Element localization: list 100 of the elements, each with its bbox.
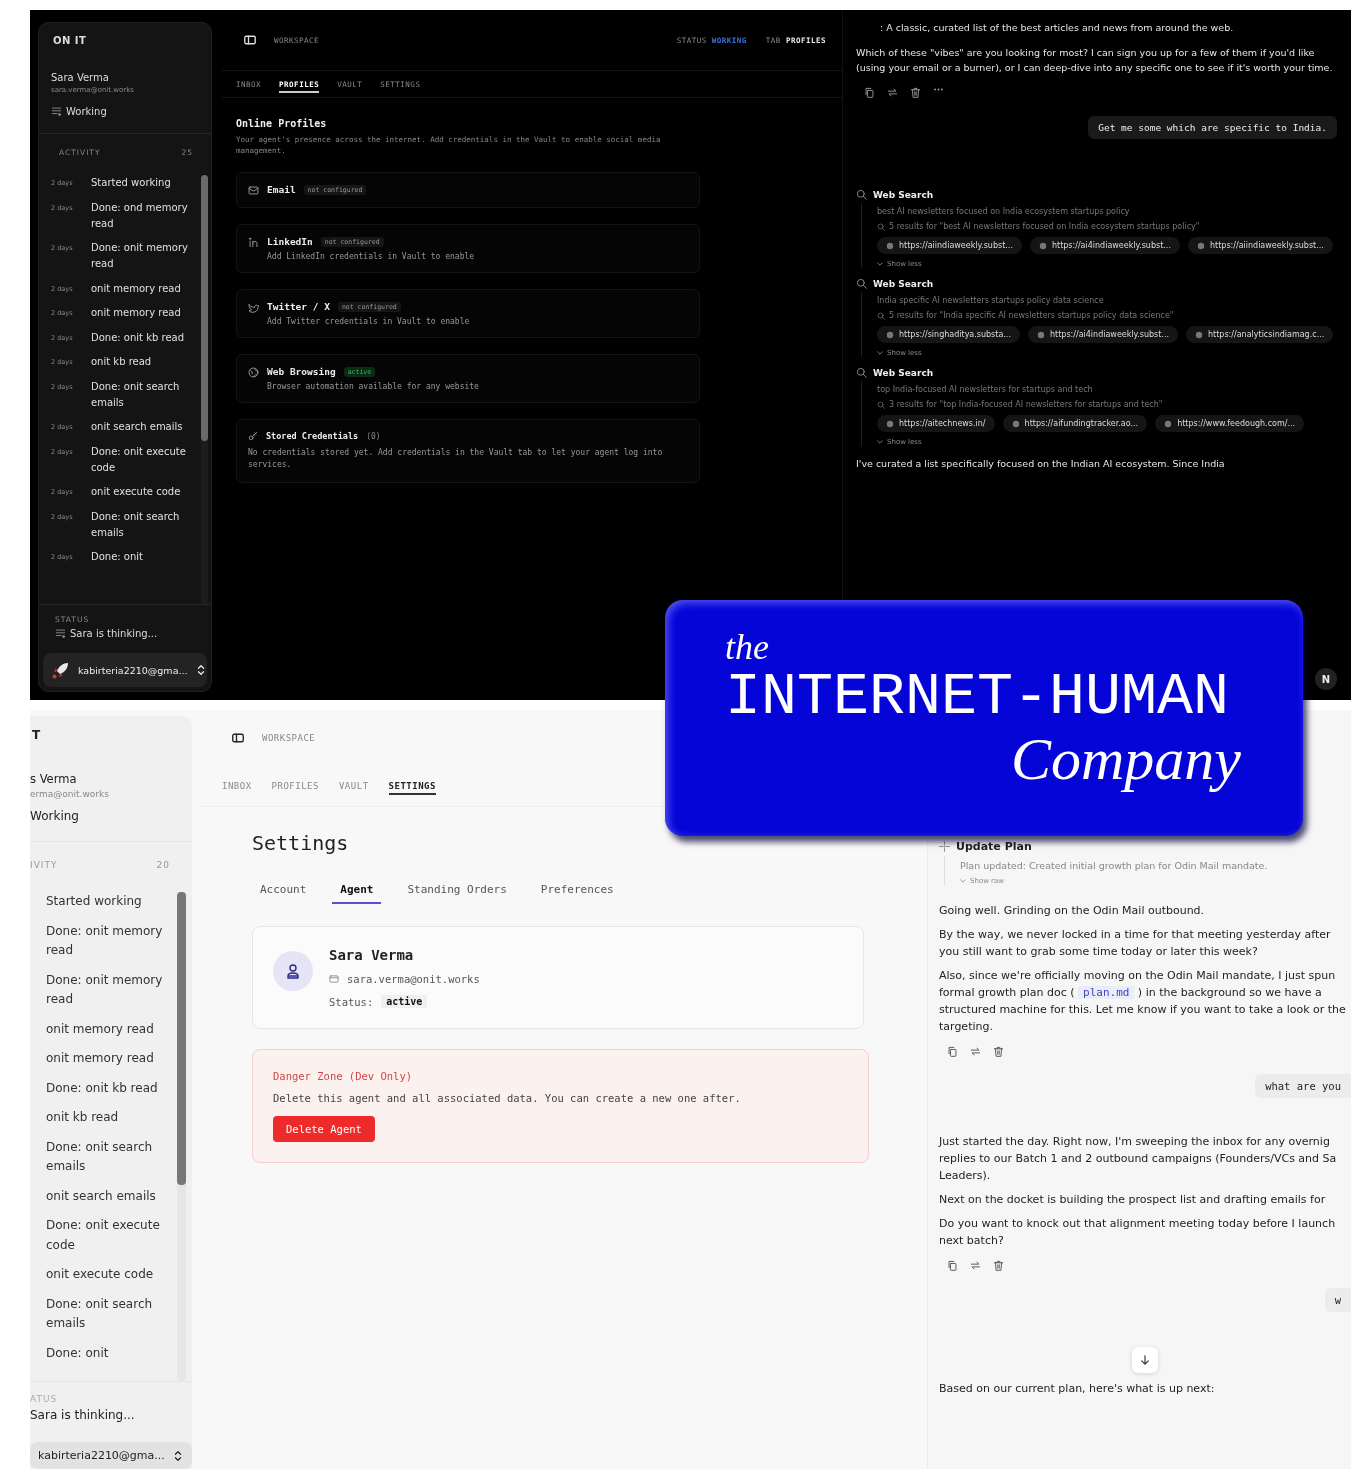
user-status: Working	[66, 106, 107, 117]
activity-text: onit memory read	[91, 306, 181, 320]
section-title: IVITY	[30, 860, 58, 870]
retry-icon[interactable]	[970, 1046, 981, 1057]
account-switcher[interactable]: kabirteria2210@gma...	[30, 1442, 192, 1469]
message-text: Just started the day. Right now, I'm sweeping the inbox for any overnig replies to our Batch 1 and 2 outbound campaigns (Founders/VCs and Sa Leaders).	[939, 1134, 1338, 1184]
key-icon	[248, 431, 258, 441]
activity-text: Done: onit memory read	[46, 922, 164, 959]
activity-count: 20	[156, 860, 170, 870]
activity-text: onit execute code	[46, 1266, 154, 1283]
activity-text: Done: onit memory read	[46, 971, 164, 1008]
brand-name: ON IT	[52, 34, 88, 46]
search-icon	[877, 222, 885, 231]
favicon-icon	[1164, 419, 1173, 428]
status-text: Sara is thinking...	[30, 1408, 135, 1422]
trash-icon[interactable]	[910, 87, 921, 98]
section-tab[interactable]: Standing Orders	[399, 877, 515, 904]
link-chip[interactable]: https://analyticsindiamag.c...	[1186, 326, 1334, 343]
link-chip[interactable]: https://aitechnews.in/	[877, 415, 995, 432]
activity-text: Done: ond memory read	[91, 200, 189, 231]
profile-note: Add Twitter credentials in Vault to enable	[267, 317, 470, 326]
link-chip[interactable]: https://aiindiaweekly.subst...	[877, 237, 1022, 254]
logo-text: Company	[1011, 728, 1241, 790]
status-text: Sara is thinking...	[70, 628, 158, 639]
logo-text: INTERNET-HUMAN	[725, 666, 1230, 728]
activity-text: onit search emails	[91, 420, 183, 434]
scrollbar-thumb[interactable]	[177, 892, 186, 1186]
user-email: erma@onit.works	[30, 789, 110, 799]
profile-name: Twitter / X	[267, 301, 330, 312]
message-text: Do you want to knock out that alignment meeting today before I launch next batch?	[939, 1216, 1337, 1249]
arrow-down-icon	[1140, 1355, 1150, 1365]
scrollbar-thumb[interactable]	[201, 175, 208, 441]
nav-tab[interactable]: PROFILES	[271, 777, 319, 795]
chevron-updown-icon	[172, 1449, 184, 1462]
tool-title: Web Search	[873, 189, 934, 200]
link-chip[interactable]: https://www.feedough.com/...	[1155, 415, 1305, 432]
activity-text: onit kb read	[46, 1109, 119, 1126]
retry-icon[interactable]	[887, 87, 898, 98]
message-text: Based on our current plan, here's what is up next:	[939, 1381, 1216, 1397]
sidebar-toggle-icon[interactable]	[232, 733, 244, 743]
linked-profile-icon	[248, 237, 259, 248]
activity-text: Done: onit search emails	[91, 509, 181, 540]
profile-note: Browser automation available for any website	[267, 382, 479, 391]
favicon-icon	[1036, 330, 1045, 339]
activity-text: onit kb read	[91, 355, 152, 369]
activity-text: Done: onit execute code	[91, 444, 187, 475]
nav-tab[interactable]: VAULT	[338, 777, 369, 795]
tool-title: Web Search	[873, 367, 934, 378]
favicon-icon	[886, 241, 894, 250]
activity-text: Done: onit search emails	[46, 1295, 154, 1332]
search-icon	[877, 311, 885, 320]
globe-icon	[248, 367, 259, 378]
message-text: Which of these "vibes" are you looking for most? I can sign you up for a few of them if you'd like (using your email or a burner), or I can deep-dive into any specific one to see if it's worth your time.	[856, 46, 1334, 75]
favicon-icon	[1195, 330, 1203, 339]
section-tab[interactable]: Agent	[332, 877, 382, 904]
copy-icon[interactable]	[947, 1046, 958, 1057]
user-message: what are you	[1255, 1074, 1351, 1098]
more-icon[interactable]	[933, 87, 944, 92]
message-text: Next on the docket is building the prospect list and drafting emails for	[939, 1192, 1327, 1208]
chevron-icon	[877, 351, 883, 355]
search-icon	[856, 189, 867, 200]
favicon-icon	[1196, 241, 1205, 250]
danger-zone-title: Danger Zone (Dev Only)	[273, 1070, 414, 1082]
link-chip[interactable]: https://ai4indiaweekly.subst...	[1029, 237, 1180, 254]
activity-text: onit memory read	[46, 1020, 154, 1038]
user-status: Working	[30, 809, 79, 823]
activity-text: Done: onit execute code	[46, 1217, 161, 1254]
profile-note: Add LinkedIn credentials in Vault to enable	[267, 252, 475, 261]
retry-icon[interactable]	[970, 1260, 981, 1271]
activity-text: Done: onit memory read	[91, 241, 189, 271]
trash-icon[interactable]	[993, 1260, 1004, 1271]
search-icon	[856, 367, 867, 378]
message-text: Also, since we're officially moving on the Odin Mail mandate, I just spun formal growth plan doc ( plan.md ) in the background so we have a structured machine for this. Let me know if you want to take a look or the targeting.	[939, 968, 1347, 1035]
link-chip[interactable]: https://singhaditya.substa...	[877, 326, 1020, 343]
bird-icon	[248, 302, 259, 313]
tool-title: Update Plan	[956, 840, 1032, 853]
link-chip[interactable]: https://aiindiaweekly.subst...	[1187, 237, 1333, 254]
link-chip[interactable]: https://aifundingtracker.ao...	[1002, 415, 1148, 432]
link-chip[interactable]: https://ai4indiaweekly.subst...	[1027, 326, 1178, 343]
copy-icon[interactable]	[864, 87, 875, 98]
favicon-icon	[1011, 419, 1020, 428]
task-list-icon	[51, 106, 62, 117]
activity-text: Done: onit search emails	[46, 1138, 154, 1175]
section-tab[interactable]: Preferences	[532, 877, 622, 904]
workspace-title: WORKSPACE	[262, 733, 316, 743]
search-query: top India-focused AI newsletters for startups and tech	[877, 385, 1094, 394]
profile-button[interactable]: N	[1315, 668, 1337, 690]
trash-icon[interactable]	[993, 1046, 1004, 1057]
plan-summary: Plan updated: Created initial growth plan for Odin Mail mandate.	[960, 860, 1269, 871]
favicon-icon	[886, 330, 894, 339]
section-tab[interactable]: Account	[252, 877, 315, 904]
delete-agent-button[interactable]: Delete Agent	[273, 1116, 375, 1142]
mail-icon	[248, 185, 259, 196]
scroll-down-button[interactable]	[1132, 1347, 1158, 1373]
account-switcher[interactable]: kabirteria2210@gma...	[43, 653, 207, 687]
logo-text: the	[725, 628, 769, 666]
nav-tab[interactable]: SETTINGS	[388, 777, 436, 795]
chevron-icon	[877, 440, 883, 444]
chevron-icon	[877, 262, 883, 266]
copy-icon[interactable]	[947, 1260, 958, 1271]
